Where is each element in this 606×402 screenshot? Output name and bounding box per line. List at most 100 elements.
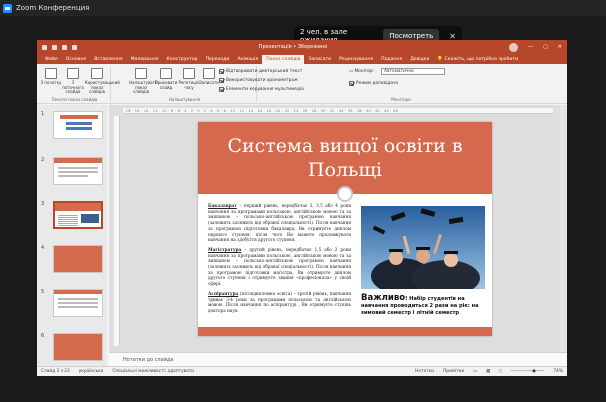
important-note[interactable]: Важливо! Набір студентів на навчання про… bbox=[361, 293, 487, 316]
tab-slide-show[interactable]: Показ слайдів bbox=[262, 55, 305, 64]
vertical-ruler bbox=[114, 116, 120, 346]
slide-title-band: Система вищої освіти в Польщі bbox=[198, 122, 492, 194]
vertical-scrollbar[interactable] bbox=[560, 105, 567, 352]
media-controls-checkbox[interactable]: Елементи керування мультимедіа bbox=[219, 87, 304, 92]
hide-slide-label: Приховати слайд bbox=[154, 80, 178, 90]
setup-icon bbox=[135, 68, 147, 79]
group-monitors: ▭ Монітор: Автоматично Режим доповідача … bbox=[345, 66, 457, 102]
thumb-number: 5 bbox=[41, 289, 45, 295]
from-current-label: З поточного слайда bbox=[62, 80, 84, 95]
document-name: Презентація bbox=[258, 44, 292, 50]
slide-notes[interactable]: Нотатки до слайда bbox=[109, 352, 567, 366]
slide-thumbnails-pane: 1 2 3 4 5 6 bbox=[37, 105, 107, 368]
thumb-number: 3 bbox=[41, 201, 45, 207]
tab-review[interactable]: Рецензування bbox=[335, 55, 377, 64]
record-button[interactable]: Записати bbox=[197, 68, 221, 86]
paragraph-master: Магістратура – другий рівень, передбачає… bbox=[208, 247, 351, 287]
slide-thumbnail-4[interactable] bbox=[53, 245, 103, 273]
ppt-titlebar: Презентація • Збережено — ▢ ✕ bbox=[37, 40, 567, 54]
checkbox-icon bbox=[219, 69, 224, 74]
avatar[interactable] bbox=[509, 42, 519, 52]
autosave-icon[interactable] bbox=[42, 44, 47, 50]
checkbox-icon bbox=[349, 81, 354, 86]
powerpoint-window: Презентація • Збережено — ▢ ✕ Файл Основ… bbox=[37, 40, 567, 376]
custom-show-icon bbox=[91, 68, 103, 79]
media-controls-label: Елементи керування мультимедіа bbox=[226, 87, 304, 92]
zoom-slider[interactable]: —————●—— bbox=[511, 369, 545, 374]
record-label: Записати bbox=[199, 80, 219, 85]
tab-design[interactable]: Конструктор bbox=[163, 55, 202, 64]
custom-show-button[interactable]: Користувацький показ слайдів bbox=[85, 68, 120, 95]
paragraph-phd: Аспірантура (післядипломна освіта) – тре… bbox=[208, 291, 351, 314]
slide-thumbnail-2[interactable] bbox=[53, 157, 103, 185]
timings-checkbox[interactable]: Використовувати хронометраж bbox=[219, 78, 298, 83]
tab-draw[interactable]: Малювання bbox=[127, 55, 163, 64]
thumb-number: 4 bbox=[41, 245, 45, 251]
reading-view-icon[interactable]: ▯ bbox=[499, 369, 501, 374]
tab-home[interactable]: Основне bbox=[62, 55, 91, 64]
document-title: Презентація • Збережено bbox=[77, 44, 509, 50]
checkbox-icon bbox=[219, 87, 224, 92]
slide-thumbnail-5[interactable] bbox=[53, 289, 103, 317]
paragraph-bachelor: Бакалаврат – перший рівень, передбачає 3… bbox=[208, 203, 351, 243]
maximize-icon[interactable]: ▢ bbox=[543, 44, 548, 50]
current-slide[interactable]: Система вищої освіти в Польщі Бакалаврат… bbox=[198, 122, 492, 336]
tab-animations[interactable]: Анімація bbox=[233, 55, 262, 64]
presenter-view-label: Режим доповідача bbox=[356, 81, 399, 86]
group-label: Налаштування bbox=[168, 97, 201, 102]
slide-body-text[interactable]: Бакалаврат – перший рівень, передбачає 3… bbox=[208, 203, 351, 318]
tell-me-search[interactable]: 💡 Скажіть, що потрібно зробити bbox=[437, 55, 518, 64]
thumb-number: 1 bbox=[41, 111, 45, 117]
narration-checkbox[interactable]: Відтворювати дикторський текст bbox=[219, 69, 302, 74]
setup-show-button[interactable]: Налаштувати показ слайдів bbox=[129, 68, 158, 95]
slide-thumbnail-3[interactable] bbox=[53, 201, 103, 229]
undo-icon[interactable] bbox=[62, 44, 67, 50]
thumb-number: 2 bbox=[41, 157, 45, 163]
text-bachelor: – перший рівень, передбачає 3, 3,5 або 4… bbox=[208, 203, 351, 243]
from-beginning-label: З початку bbox=[40, 80, 62, 85]
slide-footer-band bbox=[198, 327, 492, 336]
monitor-select[interactable]: Автоматично bbox=[381, 68, 445, 75]
accessibility-status[interactable]: Спеціальні можливості: адаптувати bbox=[112, 369, 194, 374]
slide-editor: · 18 · 16 · 14 · 12 · 10 · 8 · 6 · 4 · 2… bbox=[109, 105, 567, 352]
tab-insert[interactable]: Вставлення bbox=[90, 55, 126, 64]
tab-transitions[interactable]: Переходи bbox=[202, 55, 234, 64]
tab-file[interactable]: Файл bbox=[41, 55, 62, 64]
slide-counter: Слайд 3 з 23 bbox=[41, 369, 70, 374]
from-beginning-button[interactable]: З початку bbox=[39, 68, 63, 86]
hide-slide-button[interactable]: Приховати слайд bbox=[154, 68, 178, 90]
slide-thumbnail-1[interactable] bbox=[53, 111, 103, 139]
presenter-view-checkbox[interactable]: Режим доповідача bbox=[349, 81, 398, 86]
tab-help[interactable]: Довідка bbox=[406, 55, 433, 64]
notes-toggle[interactable]: Нотатки bbox=[415, 369, 434, 374]
term-master: Магістратура bbox=[208, 246, 242, 252]
status-bar: Слайд 3 з 23 українська Спеціальні можли… bbox=[37, 366, 567, 376]
close-window-icon[interactable]: ✕ bbox=[558, 44, 562, 50]
group-start-slideshow: З початку З поточного слайда Користуваць… bbox=[39, 66, 120, 102]
minimize-icon[interactable]: — bbox=[528, 44, 533, 50]
zoom-titlebar: Zoom Конференция bbox=[0, 0, 606, 16]
timings-label: Використовувати хронометраж bbox=[226, 78, 298, 83]
term-phd: Аспірантура bbox=[208, 290, 239, 296]
from-current-button[interactable]: З поточного слайда bbox=[61, 68, 85, 95]
slide-sorter-icon[interactable]: ▦ bbox=[486, 369, 490, 374]
quick-access-toolbar bbox=[42, 44, 77, 50]
important-label: Важливо bbox=[361, 293, 406, 303]
tab-view[interactable]: Подання bbox=[377, 55, 406, 64]
monitor-label: ▭ Монітор: bbox=[349, 69, 374, 74]
term-bachelor: Бакалаврат bbox=[208, 203, 237, 208]
zoom-level[interactable]: 74% bbox=[553, 369, 563, 374]
tab-record[interactable]: Записати bbox=[304, 55, 335, 64]
checkbox-icon bbox=[219, 78, 224, 83]
monitor-text: Монітор: bbox=[354, 69, 375, 74]
horizontal-ruler: · 18 · 16 · 14 · 12 · 10 · 8 · 6 · 4 · 2… bbox=[123, 108, 553, 114]
rotation-handle-icon[interactable] bbox=[337, 186, 353, 202]
language-indicator[interactable]: українська bbox=[79, 369, 104, 374]
graduates-photo[interactable] bbox=[361, 206, 485, 289]
tell-me-text: Скажіть, що потрібно зробити bbox=[444, 57, 519, 62]
save-icon[interactable] bbox=[52, 44, 57, 50]
slide-title[interactable]: Система вищої освіти в Польщі bbox=[208, 134, 482, 182]
comments-toggle[interactable]: Примітки bbox=[443, 369, 464, 374]
slide-thumbnail-6[interactable] bbox=[53, 333, 103, 361]
normal-view-icon[interactable]: ▭ bbox=[473, 369, 477, 374]
